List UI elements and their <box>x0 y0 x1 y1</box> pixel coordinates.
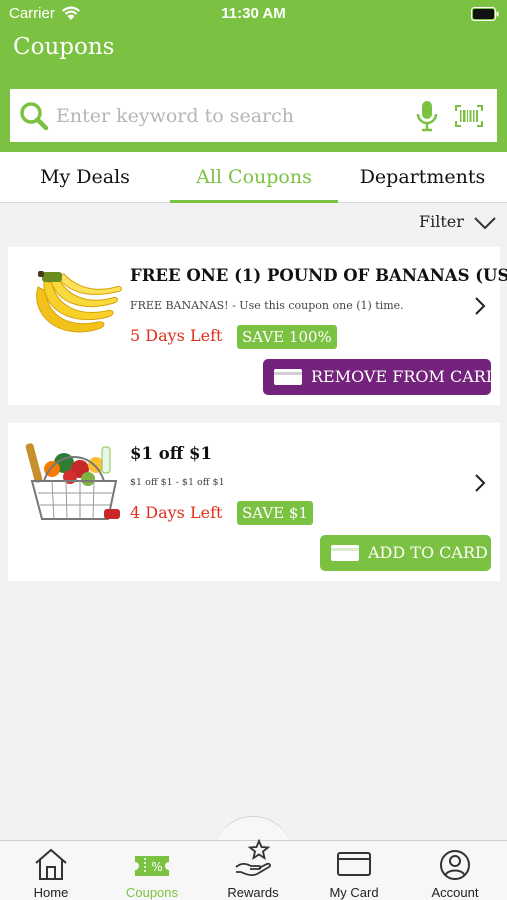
button-label: REMOVE FROM CARD <box>311 367 499 386</box>
chevron-right-icon[interactable] <box>474 473 486 493</box>
tabbar-item-coupons[interactable]: % Coupons <box>102 841 202 900</box>
account-icon <box>440 850 470 880</box>
battery-icon <box>471 7 499 21</box>
tabbar-item-rewards[interactable]: Rewards <box>203 839 303 900</box>
button-label: ADD TO CARD <box>368 543 488 562</box>
status-bar: Carrier 11:30 AM <box>0 0 507 30</box>
save-badge: SAVE 100% <box>237 325 337 349</box>
tabbar-label: Coupons <box>125 885 179 900</box>
search-input[interactable] <box>56 97 406 135</box>
tabbar-item-my-card[interactable]: My Card <box>304 841 404 900</box>
remove-from-card-button[interactable]: REMOVE FROM CARD <box>263 359 499 395</box>
page-title: Coupons <box>13 34 115 60</box>
coupon-icon: % <box>135 856 169 876</box>
chevron-right-icon[interactable] <box>474 296 486 316</box>
tabbar-label: Rewards <box>227 885 279 900</box>
add-to-card-button[interactable]: ADD TO CARD <box>320 535 491 571</box>
tabbar-label: My Card <box>329 885 379 900</box>
coupon-description: $1 off $1 - $1 off $1 <box>130 477 225 488</box>
tabbar-label: Home <box>33 885 69 900</box>
card-icon <box>331 545 359 561</box>
active-tab-indicator <box>170 200 338 203</box>
coupon-description: FREE BANANAS! - Use this coupon one (1) … <box>130 299 404 312</box>
grocery-basket-image <box>25 443 120 520</box>
home-icon <box>35 848 67 880</box>
search-icon[interactable] <box>18 100 50 132</box>
chevron-down-icon[interactable] <box>473 215 497 231</box>
coupon-card[interactable]: $1 off $1 $1 off $1 - $1 off $1 4 Days L… <box>8 423 500 581</box>
bottom-tab-bar: Home % Coupons Rewards My Card Account <box>0 839 507 900</box>
tabbar-item-home[interactable]: Home <box>1 841 101 900</box>
card-icon <box>274 369 302 385</box>
save-badge: SAVE $1 <box>237 501 313 525</box>
svg-text:%: % <box>151 860 162 874</box>
clock: 11:30 AM <box>221 5 286 22</box>
tab-my-deals[interactable]: My Deals <box>0 152 170 203</box>
coupon-title: FREE ONE (1) POUND OF BANANAS (US... <box>130 266 507 285</box>
bananas-image <box>36 271 122 333</box>
card-icon <box>337 852 371 876</box>
tab-departments[interactable]: Departments <box>338 152 507 203</box>
rewards-icon <box>235 839 271 876</box>
app-header: Carrier 11:30 AM Coupons <box>0 0 507 152</box>
days-left-label: 4 Days Left <box>130 503 223 522</box>
tabbar-label: Account <box>431 885 479 900</box>
coupon-title: $1 off $1 <box>130 444 212 463</box>
tab-all-coupons[interactable]: All Coupons <box>170 152 338 203</box>
tabbar-item-account[interactable]: Account <box>405 841 505 900</box>
microphone-icon[interactable] <box>416 100 438 132</box>
filter-button[interactable]: Filter <box>419 212 464 236</box>
segment-tabs: My Deals All Coupons Departments <box>0 152 507 203</box>
days-left-label: 5 Days Left <box>130 326 223 345</box>
barcode-scan-icon[interactable] <box>455 105 483 127</box>
coupon-card[interactable]: FREE ONE (1) POUND OF BANANAS (US... FRE… <box>8 247 507 405</box>
search-bar <box>10 89 497 142</box>
